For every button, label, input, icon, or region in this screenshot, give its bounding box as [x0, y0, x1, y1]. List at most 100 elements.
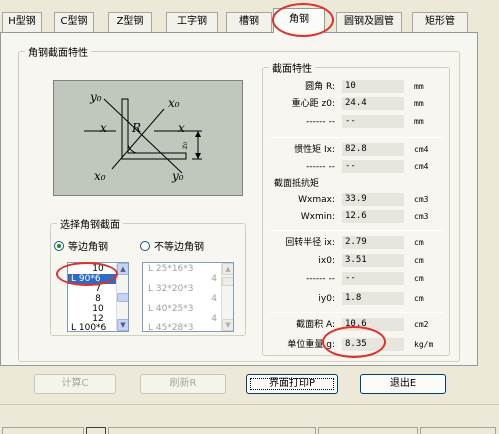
- prop-blank2-label: ------ --: [306, 162, 335, 172]
- prop-area-label: 截面积 A:: [296, 320, 335, 330]
- unequal-angle-list[interactable]: L 25*16*3 4 L 32*20*3 4 L 40*25*3 4 L 45…: [142, 262, 234, 332]
- prop-z0-value: 24.4: [342, 97, 404, 110]
- scroll-thumb[interactable]: [117, 293, 128, 302]
- select-group-title: 选择角钢截面: [60, 220, 120, 231]
- list-item-selected[interactable]: L 90*6: [68, 274, 118, 284]
- label-y0-bottom: y₀: [172, 169, 184, 183]
- prop-radius-row: 圆角 R:: [273, 80, 335, 94]
- prop-blank3-label: ------ --: [306, 274, 335, 284]
- prop-weight-label: 单位重量 g:: [287, 340, 335, 350]
- scroll-down-arrow-icon[interactable]: ▼: [117, 319, 128, 331]
- list-item[interactable]: L 45*28*3: [143, 323, 221, 331]
- status-bar: [0, 404, 499, 434]
- tab-channel[interactable]: 槽钢: [226, 12, 272, 32]
- prop-weight-unit: kg/m: [414, 340, 434, 349]
- prop-blank1-value: --: [342, 115, 404, 128]
- refresh-button[interactable]: 刷新R: [140, 374, 226, 394]
- section-group-title: 角钢截面特性: [28, 48, 88, 59]
- label-radius: R: [132, 121, 142, 135]
- list-item[interactable]: 10: [68, 264, 118, 274]
- label-x0-bottom: x₀: [94, 169, 106, 183]
- exit-button[interactable]: 退出E: [360, 374, 446, 394]
- radio-equal-dot[interactable]: [54, 241, 64, 251]
- list-item[interactable]: L 25*16*3: [143, 264, 221, 274]
- tab-strip: H型钢 C型钢 Z型钢 工字钢 槽钢 角钢 圆钢及圆管 矩形管: [0, 8, 499, 33]
- prop-blank3-row: ------ --: [273, 272, 335, 286]
- properties-title: 截面特性: [272, 64, 312, 75]
- prop-wxmax-label: Wxmax:: [298, 195, 335, 205]
- prop-ix-radius-value: 2.79: [342, 236, 404, 249]
- tab-angle-steel[interactable]: 角钢: [273, 8, 325, 33]
- list-item[interactable]: L 32*20*3: [143, 284, 221, 294]
- radio-equal-angle[interactable]: 等边角钢: [54, 238, 108, 253]
- calculate-button-label: 计算C: [61, 378, 89, 389]
- prop-wxmax-value: 33.9: [342, 193, 404, 206]
- radio-unequal-angle[interactable]: 不等边角钢: [140, 238, 204, 253]
- tab-z-steel[interactable]: Z型钢: [108, 12, 152, 32]
- tab-round-steel-tube[interactable]: 圆钢及圆管: [336, 12, 402, 32]
- unequal-list-scrollbar[interactable]: ▲ ▼: [221, 263, 233, 331]
- exit-button-label: 退出E: [389, 378, 417, 389]
- label-x-right: x: [178, 121, 185, 135]
- list-item[interactable]: L 40*25*3: [143, 304, 221, 314]
- tab-rect-tube[interactable]: 矩形管: [412, 12, 468, 32]
- list-item[interactable]: 4: [143, 294, 217, 304]
- prop-radius-value: 10: [342, 80, 404, 93]
- prop-ix-radius-row: 回转半径 ix:: [273, 236, 335, 250]
- prop-wxmin-label: Wxmin:: [300, 212, 335, 222]
- angle-section-diagram: y₀ x₀ x R x x₀ y₀ z₀: [53, 80, 243, 196]
- prop-iy0-unit: cm: [414, 294, 424, 303]
- separator: [270, 137, 444, 138]
- status-pane: [108, 427, 316, 434]
- prop-weight-row: 单位重量 g:: [273, 338, 335, 352]
- separator: [270, 230, 444, 231]
- prop-area-row: 截面积 A:: [273, 318, 335, 332]
- tab-c-steel[interactable]: C型钢: [54, 12, 94, 32]
- prop-ix-row: 惯性矩 Ix:: [273, 143, 335, 157]
- list-item[interactable]: 10: [68, 304, 118, 314]
- prop-radius-unit: mm: [414, 82, 424, 91]
- prop-wxmin-value: 12.6: [342, 210, 404, 223]
- separator: [270, 312, 444, 313]
- list-item[interactable]: L 100*6: [68, 323, 118, 331]
- prop-ix0-label: ix0:: [318, 256, 335, 266]
- equal-list-scrollbar[interactable]: ▲ ▼: [116, 263, 128, 331]
- prop-iy0-value: 1.8: [342, 292, 404, 305]
- prop-ix0-unit: cm: [414, 256, 424, 265]
- equal-angle-list[interactable]: 10 L 90*6 7 8 10 12 L 100*6 ▲ ▼: [67, 262, 129, 332]
- prop-wxmin-row: Wxmin:: [273, 210, 335, 224]
- scroll-up-arrow-icon[interactable]: ▲: [222, 263, 233, 275]
- prop-blank1-row: ------ --: [273, 115, 335, 129]
- prop-ix-radius-label: 回转半径 ix:: [285, 238, 335, 248]
- scroll-thumb[interactable]: [222, 277, 233, 286]
- status-pane: [86, 427, 106, 434]
- prop-weight-value: 8.35: [342, 338, 404, 351]
- prop-blank1-unit: mm: [414, 117, 424, 126]
- print-button[interactable]: 界面打印P: [246, 374, 338, 394]
- tab-h-steel[interactable]: H型钢: [2, 12, 42, 32]
- prop-z0-label: 重心距 z0:: [291, 99, 335, 109]
- prop-wxmax-row: Wxmax:: [273, 193, 335, 207]
- scroll-up-arrow-icon[interactable]: ▲: [117, 263, 128, 275]
- calculate-button[interactable]: 计算C: [34, 374, 116, 394]
- radio-unequal-dot[interactable]: [140, 241, 150, 251]
- angle-diagram-svg: [84, 98, 202, 174]
- tab-i-beam[interactable]: 工字钢: [166, 12, 218, 32]
- prop-wxmax-unit: cm3: [414, 195, 429, 204]
- prop-blank2-unit: cm4: [414, 162, 429, 171]
- refresh-button-label: 刷新R: [169, 378, 197, 389]
- prop-ix-radius-unit: cm: [414, 238, 424, 247]
- list-item[interactable]: 4: [143, 274, 217, 284]
- list-item[interactable]: 8: [68, 294, 118, 304]
- scroll-down-arrow-icon[interactable]: ▼: [222, 319, 233, 331]
- prop-wxmin-unit: cm3: [414, 212, 429, 221]
- list-item[interactable]: 7: [68, 284, 118, 294]
- prop-ix-unit: cm4: [414, 145, 429, 154]
- status-pane: [318, 427, 418, 434]
- prop-iy0-label: iy0:: [318, 294, 335, 304]
- label-y0-top: y₀: [90, 90, 102, 104]
- radio-equal-label: 等边角钢: [68, 242, 108, 253]
- prop-blank3-unit: cm: [414, 274, 424, 283]
- label-x-left: x: [100, 121, 107, 135]
- prop-blank2-row: ------ --: [273, 160, 335, 174]
